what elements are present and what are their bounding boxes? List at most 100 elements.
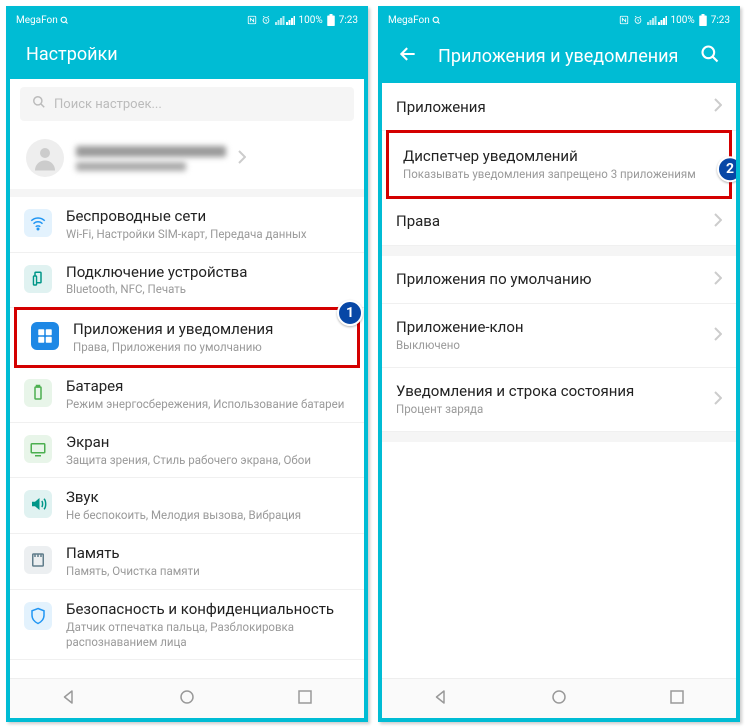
item-sub: Память, Очистка памяти — [66, 564, 352, 579]
section-divider — [382, 246, 736, 256]
step-badge-1: 1 — [337, 300, 363, 326]
memory-item[interactable]: Память Память, Очистка памяти — [10, 534, 364, 590]
apps-notifications-item[interactable]: Приложения и уведомления Права, Приложен… — [17, 310, 357, 365]
status-bar: MegaFon 100% 7:23 — [382, 10, 736, 30]
sound-item[interactable]: Звук Не беспокоить, Мелодия вызова, Вибр… — [10, 478, 364, 534]
page-title: Приложения и уведомления — [438, 46, 680, 67]
item-title: Уведомления и строка состояния — [396, 382, 714, 400]
search-placeholder: Поиск настроек... — [54, 97, 162, 112]
apps-item[interactable]: Приложения — [382, 83, 736, 131]
apps-header: Приложения и уведомления — [382, 30, 736, 83]
nav-back-button[interactable] — [60, 688, 78, 710]
item-title: Беспроводные сети — [66, 207, 352, 226]
default-apps-item[interactable]: Приложения по умолчанию — [382, 256, 736, 304]
highlight-apps: 1 Приложения и уведомления Права, Прилож… — [14, 307, 360, 368]
nav-home-button[interactable] — [550, 688, 568, 710]
item-title: Батарея — [66, 377, 352, 396]
item-sub: Показывать уведомления запрещено 3 прило… — [403, 167, 715, 182]
account-row[interactable] — [10, 129, 364, 197]
permissions-item[interactable]: Права — [382, 198, 736, 246]
battery-item[interactable]: Батарея Режим энергосбережения, Использо… — [10, 367, 364, 423]
carrier-label: MegaFon — [16, 15, 58, 26]
status-notifications-item[interactable]: Уведомления и строка состояния Процент з… — [382, 368, 736, 432]
apps-settings-list: Приложения 2 Диспетчер уведомлений Показ… — [382, 83, 736, 678]
carrier-label: MegaFon — [388, 15, 430, 26]
sound-icon — [24, 490, 52, 518]
security-item[interactable]: Безопасность и конфиденциальность Датчик… — [10, 590, 364, 661]
item-sub: Процент заряда — [396, 402, 714, 417]
signal-dual-icon — [647, 15, 667, 25]
search-input[interactable]: Поиск настроек... — [20, 87, 354, 121]
search-small-icon — [60, 16, 69, 25]
chevron-right-icon — [238, 149, 246, 168]
devices-item[interactable]: Подключение устройства Bluetooth, NFC, П… — [10, 253, 364, 309]
item-title: Экран — [66, 433, 352, 452]
item-title: Приложения и уведомления — [73, 320, 345, 339]
chevron-right-icon — [714, 212, 722, 231]
bluetooth-icon — [24, 265, 52, 293]
battery-percent: 100% — [299, 15, 323, 26]
item-sub: Bluetooth, NFC, Печать — [66, 282, 352, 297]
item-sub: Режим энергосбережения, Использование ба… — [66, 397, 352, 412]
right-phone-frame: MegaFon 100% 7:23 Приложения и уведомлен… — [378, 6, 740, 722]
avatar-icon — [26, 139, 64, 177]
empty-space — [382, 432, 736, 442]
item-title: Память — [66, 544, 352, 563]
back-button[interactable] — [398, 44, 418, 69]
account-text-blurred — [76, 146, 226, 171]
nfc-icon — [247, 15, 257, 25]
item-title: Звук — [66, 488, 352, 507]
app-clone-item[interactable]: Приложение-клон Выключено — [382, 304, 736, 368]
item-title: Приложения — [396, 98, 714, 116]
item-sub: Защита зрения, Стиль рабочего экрана, Об… — [66, 453, 352, 468]
item-title: Диспетчер уведомлений — [403, 147, 715, 165]
item-sub: Не беспокоить, Мелодия вызова, Вибрация — [66, 508, 352, 523]
item-title: Приложения по умолчанию — [396, 270, 714, 288]
alarm-icon — [633, 15, 643, 25]
wifi-icon — [24, 209, 52, 237]
settings-header: Настройки — [10, 30, 364, 79]
signal-dual-icon — [275, 15, 295, 25]
item-title: Приложение-клон — [396, 318, 714, 336]
battery-icon — [699, 14, 707, 26]
highlight-notif-manager: 2 Диспетчер уведомлений Показывать уведо… — [386, 130, 732, 199]
memory-icon — [24, 546, 52, 574]
battery-icon — [327, 14, 335, 26]
apps-icon — [31, 322, 59, 350]
item-sub: Wi-Fi, Настройки SIM-карт, Передача данн… — [66, 227, 352, 242]
settings-list: Беспроводные сети Wi-Fi, Настройки SIM-к… — [10, 129, 364, 678]
nav-bar — [10, 678, 364, 718]
nfc-icon — [619, 15, 629, 25]
chevron-right-icon — [714, 390, 722, 409]
clock-time: 7:23 — [339, 15, 358, 26]
notification-manager-item[interactable]: Диспетчер уведомлений Показывать уведомл… — [389, 133, 729, 196]
item-title: Права — [396, 212, 714, 230]
display-item[interactable]: Экран Защита зрения, Стиль рабочего экра… — [10, 423, 364, 479]
alarm-icon — [261, 15, 271, 25]
chevron-right-icon — [714, 270, 722, 289]
step-badge-2: 2 — [717, 157, 736, 183]
item-title: Безопасность и конфиденциальность — [66, 600, 352, 619]
left-phone-frame: MegaFon 100% 7:23 Настройки Поиск настро… — [6, 6, 368, 722]
wireless-item[interactable]: Беспроводные сети Wi-Fi, Настройки SIM-к… — [10, 197, 364, 253]
item-sub: Выключено — [396, 338, 714, 353]
nav-bar — [382, 678, 736, 718]
chevron-right-icon — [714, 97, 722, 116]
shield-icon — [24, 602, 52, 630]
header-search-button[interactable] — [700, 44, 720, 69]
nav-back-button[interactable] — [432, 688, 450, 710]
chevron-right-icon — [714, 326, 722, 345]
nav-recents-button[interactable] — [296, 688, 314, 710]
clock-time: 7:23 — [711, 15, 730, 26]
search-small-icon — [432, 16, 441, 25]
display-icon — [24, 435, 52, 463]
nav-recents-button[interactable] — [668, 688, 686, 710]
search-icon — [32, 95, 46, 113]
page-title: Настройки — [26, 44, 348, 65]
battery-item-icon — [24, 379, 52, 407]
status-bar: MegaFon 100% 7:23 — [10, 10, 364, 30]
battery-percent: 100% — [671, 15, 695, 26]
item-sub: Права, Приложения по умолчанию — [73, 340, 345, 355]
item-title: Подключение устройства — [66, 263, 352, 282]
nav-home-button[interactable] — [178, 688, 196, 710]
